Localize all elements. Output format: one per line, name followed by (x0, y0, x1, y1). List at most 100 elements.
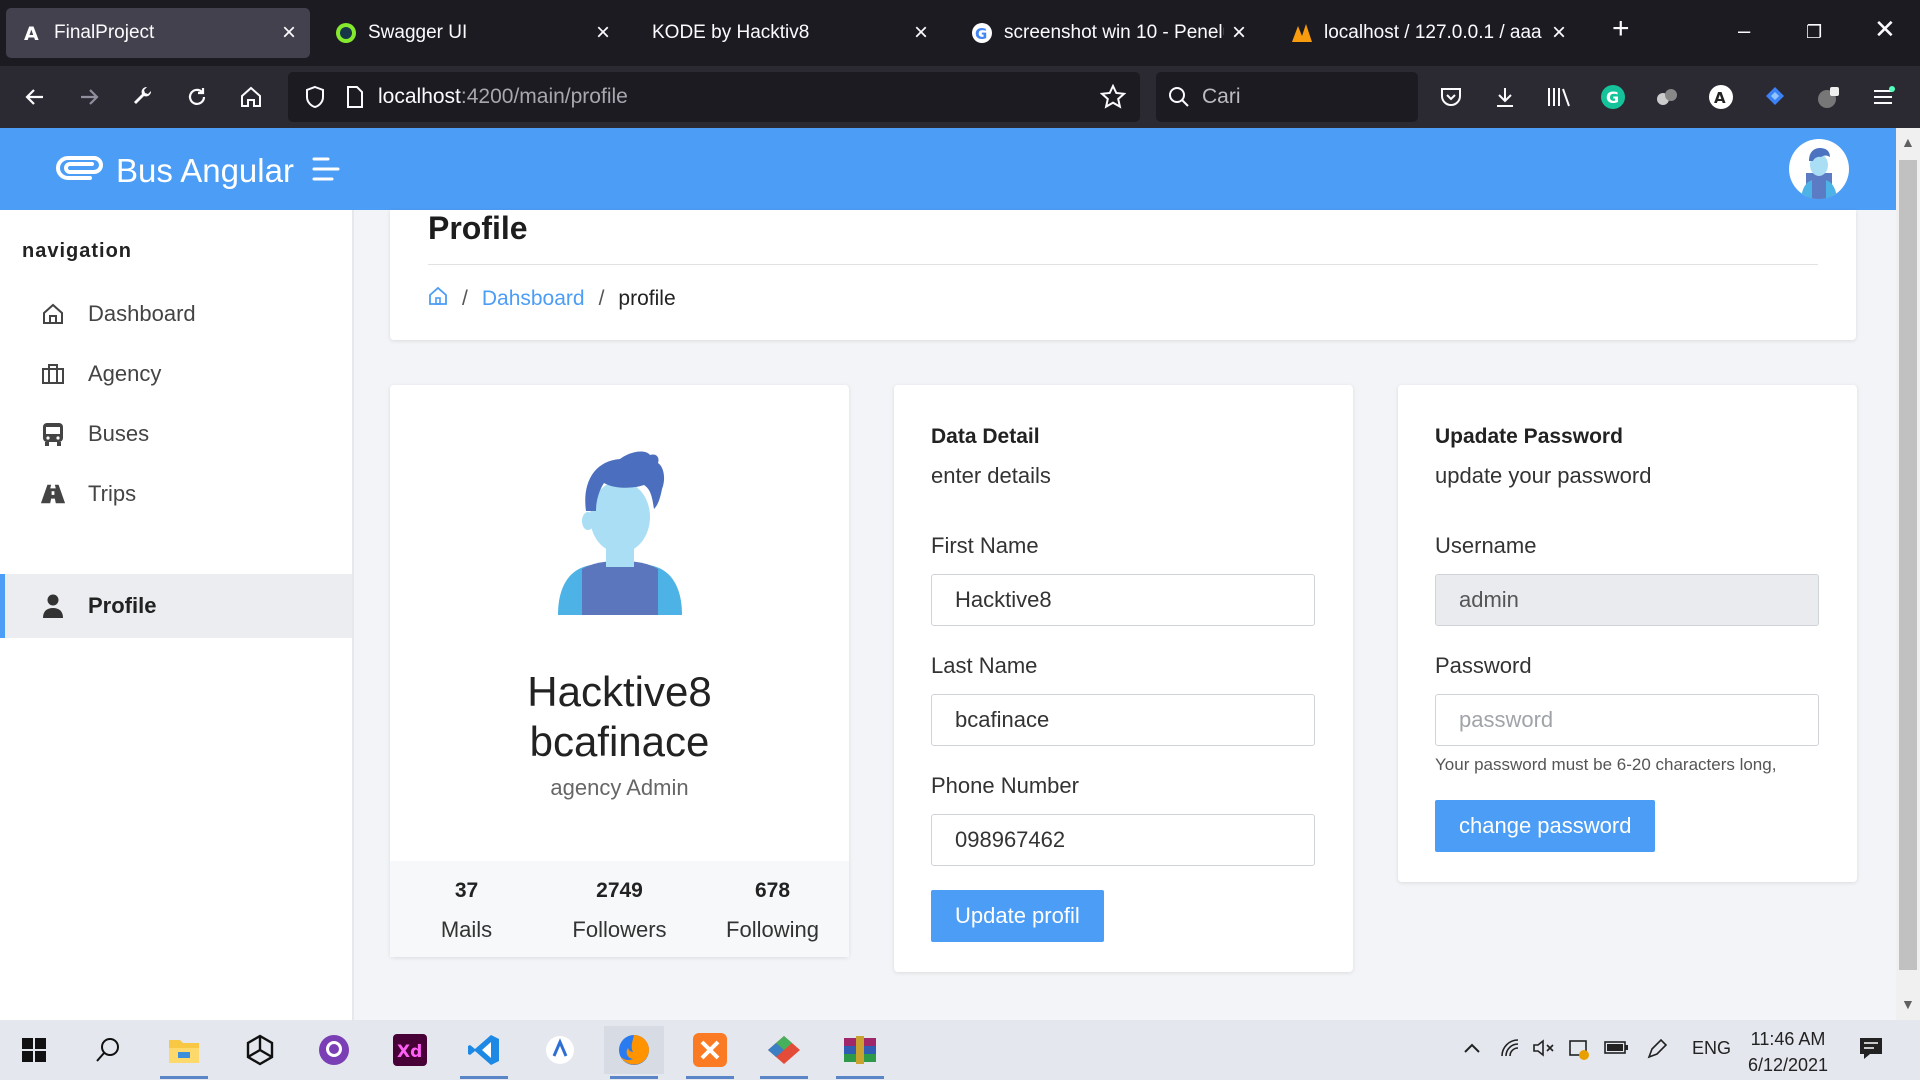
stat-label: Following (726, 917, 819, 942)
scroll-down-icon[interactable]: ▼ (1901, 996, 1915, 1012)
scroll-up-icon[interactable]: ▲ (1901, 134, 1915, 150)
avatar[interactable] (1789, 139, 1849, 199)
first-name-label: First Name (931, 533, 1039, 558)
search-bar[interactable]: Cari (1156, 72, 1418, 122)
update-profile-button[interactable]: Update profil (931, 890, 1104, 942)
phone-number-field[interactable] (931, 814, 1315, 866)
sidebar-item-dashboard[interactable]: Dashboard (0, 282, 352, 346)
stat-following: 678 Following (696, 861, 849, 957)
svg-text:A: A (1714, 89, 1726, 107)
library-icon[interactable] (1542, 80, 1576, 114)
input-language[interactable]: ENG (1692, 1038, 1731, 1059)
firefox-icon[interactable] (604, 1026, 664, 1079)
sourcetree-icon[interactable] (754, 1026, 814, 1079)
profile-stats: 37 Mails 2749 Followers 678 Following (390, 861, 849, 957)
notification-icon[interactable] (1858, 1036, 1884, 1065)
page-title: Profile (428, 210, 528, 246)
card-subtitle: enter details (931, 463, 1051, 488)
shield-icon[interactable] (298, 80, 332, 114)
file-explorer-icon[interactable] (154, 1026, 214, 1079)
extension-icon[interactable] (1650, 80, 1684, 114)
back-icon[interactable] (18, 80, 52, 114)
username-field[interactable] (1435, 574, 1819, 626)
speaker-muted-icon[interactable] (1532, 1038, 1556, 1063)
extension-icon[interactable] (1812, 80, 1846, 114)
download-icon[interactable] (1488, 80, 1522, 114)
last-name-field[interactable] (931, 694, 1315, 746)
close-tab-icon[interactable]: × (1232, 19, 1246, 47)
tab-swagger[interactable]: Swagger UI × (320, 8, 624, 58)
wrench-icon[interactable] (126, 80, 160, 114)
pen-icon[interactable] (1646, 1038, 1668, 1065)
user-icon (40, 593, 66, 619)
page-scrollbar[interactable]: ▲ ▼ (1896, 128, 1920, 1020)
battery-icon[interactable] (1604, 1038, 1630, 1061)
clock[interactable]: 11:46 AM 6/12/2021 (1740, 1026, 1836, 1078)
tab-kode[interactable]: KODE by Hacktiv8 × (638, 8, 942, 58)
sidebar-item-profile[interactable]: Profile (0, 574, 352, 638)
adobe-xd-icon[interactable]: Xd (380, 1026, 440, 1074)
tab-title: Swagger UI (368, 22, 468, 43)
windows-start-icon[interactable] (4, 1026, 64, 1074)
minimize-icon[interactable]: – (1738, 18, 1750, 44)
breadcrumb-separator: / (598, 287, 605, 310)
briefcase-icon (40, 361, 66, 387)
swagger-icon (334, 21, 358, 45)
extension-icon[interactable] (1758, 80, 1792, 114)
close-tab-icon[interactable]: × (596, 19, 610, 47)
vscode-icon[interactable] (454, 1026, 514, 1079)
pocket-icon[interactable] (1434, 80, 1468, 114)
first-name-field[interactable] (931, 574, 1315, 626)
close-tab-icon[interactable]: × (1552, 19, 1566, 47)
wifi-icon[interactable] (1500, 1038, 1522, 1063)
change-password-button[interactable]: change password (1435, 800, 1656, 852)
tab-phpmyadmin[interactable]: localhost / 127.0.0.1 / aaa / tr × (1276, 8, 1580, 58)
profile-role: agency Admin (550, 775, 689, 800)
home-icon[interactable] (234, 80, 268, 114)
app-header: Bus Angular (0, 128, 1896, 210)
road-icon (40, 481, 66, 507)
sync-icon[interactable] (1568, 1038, 1590, 1065)
tab-title: localhost / 127.0.0.1 / aaa / tr (1324, 22, 1544, 43)
app-icon[interactable] (530, 1026, 590, 1074)
url-text[interactable]: localhost:4200/main/profile (378, 85, 628, 109)
tab-finalproject[interactable]: A FinalProject × (6, 8, 310, 58)
close-tab-icon[interactable]: × (282, 19, 296, 47)
bookmark-star-icon[interactable] (1096, 80, 1130, 114)
sidebar-item-trips[interactable]: Trips (0, 462, 352, 526)
grammarly-icon[interactable]: G (1596, 80, 1630, 114)
card-subtitle: update your password (1435, 463, 1652, 488)
tab-title: screenshot win 10 - Penelusu (1004, 22, 1224, 43)
tab-google-search[interactable]: G screenshot win 10 - Penelusu × (956, 8, 1260, 58)
sidebar-item-label: Agency (88, 361, 162, 386)
menu-icon[interactable] (1866, 80, 1900, 114)
angular-icon: A (20, 21, 44, 45)
unity-icon[interactable] (230, 1026, 290, 1074)
password-field[interactable] (1435, 694, 1819, 746)
chevron-up-icon[interactable] (1462, 1038, 1482, 1063)
reload-icon[interactable] (180, 80, 214, 114)
restore-icon[interactable]: ❐ (1806, 22, 1822, 43)
winrar-icon[interactable] (830, 1026, 890, 1079)
sidebar-toggle-icon[interactable] (312, 156, 340, 187)
new-tab-icon[interactable]: + (1612, 12, 1630, 46)
close-window-icon[interactable]: ✕ (1874, 14, 1896, 45)
account-icon[interactable]: A (1704, 80, 1738, 114)
xampp-icon[interactable] (680, 1026, 740, 1079)
profile-first-name: Hacktive8 (527, 668, 712, 715)
data-detail-card: Data Detail enter details First Name Las… (894, 385, 1353, 972)
scrollbar-thumb[interactable] (1899, 160, 1917, 970)
brand-logo[interactable]: Bus Angular (50, 148, 294, 193)
breadcrumb-link-dashboard[interactable]: Dahsboard (482, 287, 585, 311)
github-desktop-icon[interactable] (304, 1026, 364, 1074)
sidebar-item-agency[interactable]: Agency (0, 342, 352, 406)
forward-icon[interactable] (72, 80, 106, 114)
stat-followers: 2749 Followers (543, 861, 696, 957)
svg-text:A: A (24, 23, 39, 44)
sidebar-item-buses[interactable]: Buses (0, 402, 352, 466)
sidebar-item-label: Trips (88, 481, 137, 506)
search-icon[interactable] (78, 1026, 138, 1074)
address-bar[interactable]: localhost:4200/main/profile (288, 72, 1140, 122)
home-icon[interactable] (428, 286, 448, 312)
close-tab-icon[interactable]: × (914, 19, 928, 47)
